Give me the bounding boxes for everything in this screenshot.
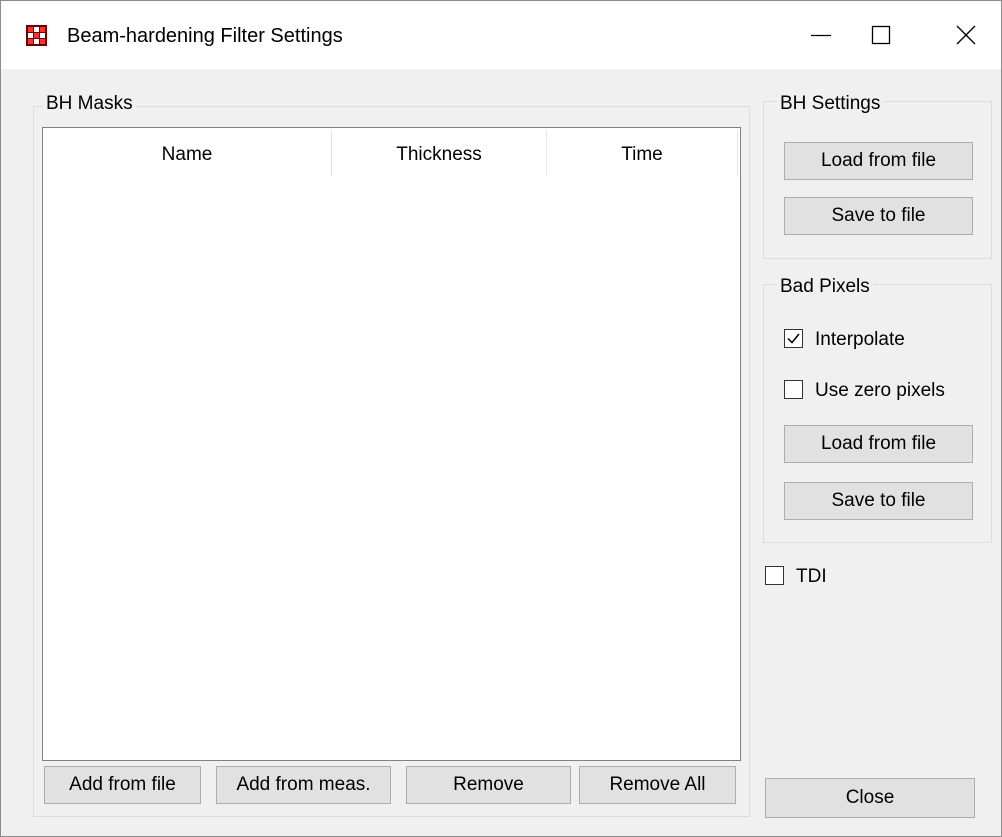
tdi-label: TDI: [796, 566, 827, 587]
title-bar: Beam-hardening Filter Settings: [1, 1, 1001, 69]
maximize-icon: [871, 25, 891, 45]
bh-masks-label: BH Masks: [43, 93, 136, 115]
bh-save-to-file-button[interactable]: Save to file: [784, 197, 973, 235]
checkbox-box[interactable]: [765, 566, 784, 585]
bh-load-from-file-button[interactable]: Load from file: [784, 142, 973, 180]
window-title: Beam-hardening Filter Settings: [67, 25, 343, 47]
remove-all-button[interactable]: Remove All: [579, 766, 736, 804]
column-header-thickness[interactable]: Thickness: [332, 128, 546, 176]
minimize-button[interactable]: [791, 1, 851, 69]
bh-settings-label: BH Settings: [777, 93, 884, 115]
maximize-button[interactable]: [851, 1, 911, 69]
bad-pixels-save-to-file-button[interactable]: Save to file: [784, 482, 973, 520]
list-header: Name Thickness Time: [43, 128, 740, 176]
interpolate-label: Interpolate: [815, 329, 905, 350]
close-icon: [956, 25, 976, 45]
checkbox-box[interactable]: [784, 329, 803, 348]
grid-app-icon: [26, 25, 47, 46]
minimize-icon: [811, 34, 831, 37]
dialog-window: Beam-hardening Filter Settings BH Masks …: [0, 0, 1002, 837]
bh-masks-list[interactable]: Name Thickness Time: [42, 127, 741, 761]
bad-pixels-label: Bad Pixels: [777, 276, 873, 298]
close-button[interactable]: Close: [765, 778, 975, 818]
checkmark-icon: [787, 333, 800, 344]
add-from-file-button[interactable]: Add from file: [44, 766, 201, 804]
add-from-meas-button[interactable]: Add from meas.: [216, 766, 391, 804]
use-zero-pixels-label: Use zero pixels: [815, 380, 945, 401]
interpolate-checkbox[interactable]: Interpolate: [784, 327, 954, 353]
tdi-checkbox[interactable]: TDI: [765, 564, 855, 590]
use-zero-pixels-checkbox[interactable]: Use zero pixels: [784, 378, 974, 404]
bh-settings-group: [763, 101, 992, 259]
remove-button[interactable]: Remove: [406, 766, 571, 804]
close-window-button[interactable]: [936, 1, 996, 69]
column-divider[interactable]: [737, 130, 738, 176]
column-header-time[interactable]: Time: [547, 128, 737, 176]
column-header-name[interactable]: Name: [43, 128, 331, 176]
checkbox-box[interactable]: [784, 380, 803, 399]
bad-pixels-load-from-file-button[interactable]: Load from file: [784, 425, 973, 463]
